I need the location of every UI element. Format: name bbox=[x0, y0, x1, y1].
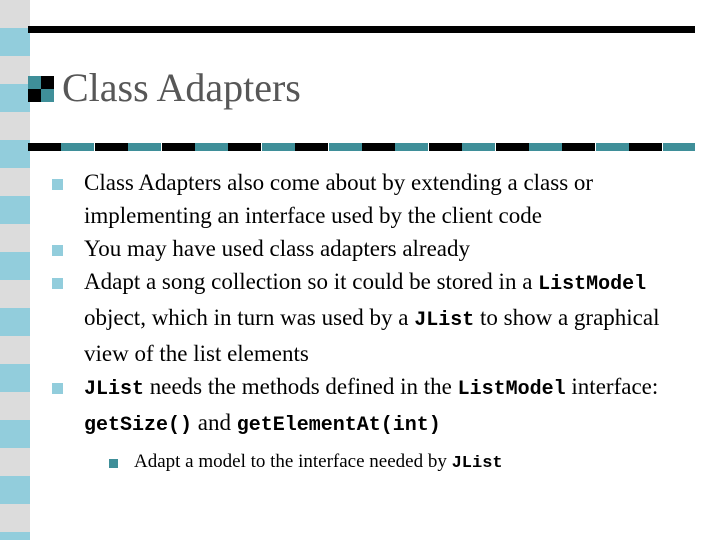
slide-body-content: Class Adapters also come about by extend… bbox=[52, 166, 700, 478]
bullet-text: You may have used class adapters already bbox=[84, 232, 700, 265]
square-bullet-icon bbox=[52, 383, 63, 394]
bullet-text: Adapt a song collection so it could be s… bbox=[84, 265, 700, 370]
sub-bullet-item: Adapt a model to the interface needed by… bbox=[109, 448, 700, 478]
sidebar-stripe bbox=[0, 84, 30, 112]
bullet-text: Class Adapters also come about by extend… bbox=[84, 166, 700, 232]
code-term: ListModel bbox=[457, 378, 566, 401]
dashed-rule-segment bbox=[662, 143, 695, 151]
dashed-rule-segment bbox=[261, 143, 295, 151]
dashed-rule-segment bbox=[395, 143, 429, 151]
bullet-item: Adapt a song collection so it could be s… bbox=[52, 265, 700, 370]
text-run: object, which in turn was used by a bbox=[84, 305, 415, 330]
sidebar-stripe bbox=[0, 308, 30, 336]
dashed-rule-segment bbox=[495, 143, 529, 151]
square-bullet-icon bbox=[52, 245, 63, 256]
slide-canvas: Class Adapters Class Adapters also come … bbox=[0, 0, 720, 540]
page-title: Class Adapters bbox=[62, 65, 301, 110]
bullet-text: JList needs the methods defined in the L… bbox=[84, 370, 700, 442]
dashed-rule-segment bbox=[94, 143, 128, 151]
text-run: Adapt a song collection so it could be s… bbox=[84, 269, 539, 294]
code-term: JList bbox=[414, 309, 475, 332]
text-run: needs the methods defined in the bbox=[144, 374, 458, 399]
text-run: and bbox=[192, 410, 237, 435]
title-top-rule bbox=[28, 26, 695, 33]
bullet-item: JList needs the methods defined in the L… bbox=[52, 370, 700, 442]
dashed-rule-segment bbox=[128, 143, 162, 151]
dashed-rule-segment bbox=[462, 143, 496, 151]
code-term: ListModel bbox=[538, 273, 647, 296]
dashed-rule-segment bbox=[362, 143, 395, 151]
checkerboard-quadrant-bottomright bbox=[41, 89, 54, 102]
code-term: JList bbox=[84, 378, 145, 401]
code-term: getElementAt(int) bbox=[236, 414, 441, 437]
dashed-rule-segment bbox=[28, 143, 61, 151]
dashed-rule-segment bbox=[328, 143, 362, 151]
square-bullet-icon bbox=[52, 179, 63, 190]
dashed-rule-segment bbox=[629, 143, 663, 151]
text-run: You may have used class adapters already bbox=[84, 236, 470, 261]
square-bullet-icon bbox=[52, 278, 63, 289]
dashed-rule-segment bbox=[529, 143, 562, 151]
bullet-item: You may have used class adapters already bbox=[52, 232, 700, 265]
checkerboard-icon bbox=[28, 76, 54, 102]
sidebar-stripe-decoration bbox=[0, 0, 30, 540]
dashed-rule-segment bbox=[228, 143, 262, 151]
square-bullet-icon bbox=[109, 459, 118, 468]
dashed-rule-segment bbox=[61, 143, 95, 151]
bullet-item: Class Adapters also come about by extend… bbox=[52, 166, 700, 232]
text-run: Class Adapters also come about by extend… bbox=[84, 170, 594, 228]
dashed-rule-segment bbox=[562, 143, 596, 151]
sidebar-stripe bbox=[0, 196, 30, 224]
code-term: getSize() bbox=[84, 414, 193, 437]
text-run: Adapt a model to the interface needed by bbox=[134, 451, 452, 472]
dashed-rule-segment bbox=[161, 143, 195, 151]
sidebar-stripe bbox=[0, 140, 30, 168]
sidebar-stripe bbox=[0, 420, 30, 448]
title-dashed-rule bbox=[28, 143, 695, 151]
dashed-rule-segment bbox=[195, 143, 228, 151]
dashed-rule-segment bbox=[428, 143, 462, 151]
bullet-text: Adapt a model to the interface needed by… bbox=[134, 448, 700, 478]
sidebar-stripe bbox=[0, 28, 30, 56]
sidebar-stripe bbox=[0, 252, 30, 280]
text-run: interface: bbox=[565, 374, 659, 399]
sidebar-stripe bbox=[0, 364, 30, 392]
dashed-rule-segment bbox=[295, 143, 329, 151]
checkerboard-quadrant-topleft bbox=[28, 76, 41, 89]
code-term: JList bbox=[451, 454, 503, 473]
sidebar-stripe bbox=[0, 476, 30, 504]
checkerboard-quadrant-bottomleft bbox=[28, 89, 41, 102]
sidebar-stripe bbox=[0, 532, 30, 540]
checkerboard-quadrant-topright bbox=[41, 76, 54, 89]
dashed-rule-segment bbox=[595, 143, 629, 151]
